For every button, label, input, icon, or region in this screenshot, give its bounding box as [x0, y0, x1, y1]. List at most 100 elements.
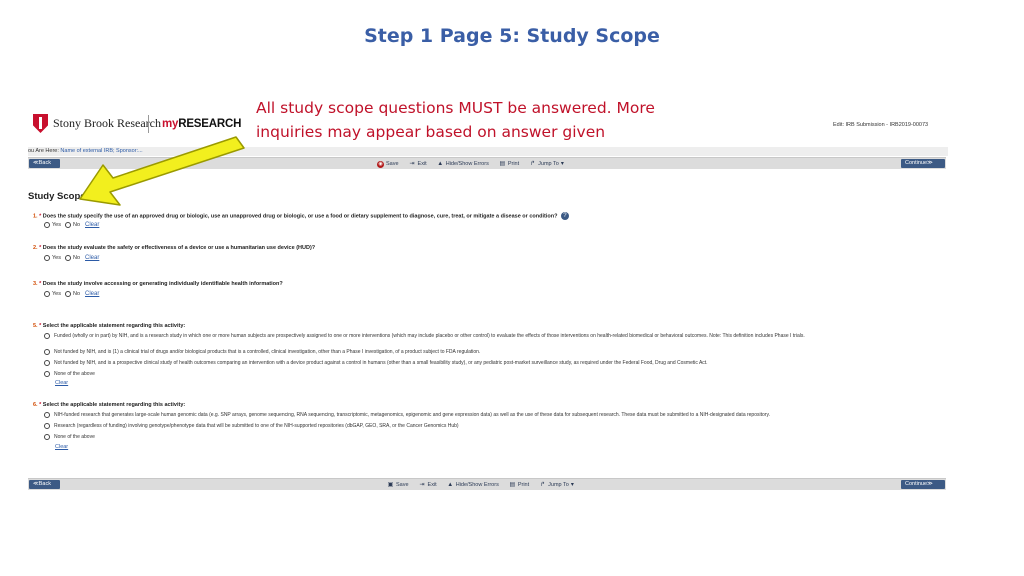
question-5-option-4[interactable]: None of the above [44, 371, 934, 378]
printer-icon: ▤ [509, 481, 516, 488]
myresearch-logo[interactable]: myRESEARCH [162, 118, 241, 130]
option-text: Not funded by NIH, and is a prospective … [54, 360, 708, 366]
question-5-option-2[interactable]: Not funded by NIH, and is (1) a clinical… [44, 349, 934, 356]
radio-circle[interactable] [44, 423, 50, 429]
radio-circle[interactable] [44, 255, 50, 261]
print-button[interactable]: ▤ Print [499, 161, 519, 168]
required-marker: * [39, 402, 42, 408]
exit-button[interactable]: ⇥ Exit [409, 161, 427, 168]
exit-icon: ⇥ [419, 481, 425, 488]
print-button[interactable]: ▤ Print [509, 482, 529, 489]
question-6-option-1[interactable]: NIH-funded research that generates large… [44, 412, 934, 419]
option-text: None of the above [54, 371, 95, 377]
callout-line-2: inquiries may appear based on answer giv… [256, 123, 606, 141]
back-button[interactable]: ≪Back [29, 480, 60, 489]
radio-yes[interactable]: Yes [44, 222, 61, 228]
warning-icon: ▲ [447, 481, 454, 488]
question-5-option-1[interactable]: Funded (wholly or in part) by NIH, and i… [44, 333, 934, 340]
radio-circle[interactable] [64, 291, 71, 297]
clear-link[interactable]: Clear [55, 380, 68, 386]
printer-icon: ▤ [499, 160, 506, 167]
required-marker: * [39, 323, 42, 329]
radio-circle[interactable] [44, 291, 50, 297]
save-label: Save [396, 482, 409, 488]
breadcrumb-link[interactable]: Name of external IRB; Sponsor:... [60, 148, 142, 154]
radio-label: Yes [52, 255, 61, 261]
radio-label: No [72, 291, 81, 297]
question-6: 6. * Select the applicable statement reg… [33, 402, 185, 408]
radio-circle[interactable] [64, 222, 71, 228]
clear-link[interactable]: Clear [85, 255, 99, 261]
warning-icon: ▲ [437, 160, 444, 167]
question-2: 2. * Does the study evaluate the safety … [33, 245, 315, 251]
clear-link[interactable]: Clear [85, 222, 99, 228]
bottom-toolbar: ≪Back ▣ Save ⇥ Exit ▲ Hide/Show Errors ▤… [28, 478, 946, 490]
question-number: 6. [33, 402, 38, 408]
radio-circle[interactable] [44, 371, 50, 377]
app-name-my: my [162, 118, 179, 130]
jump-to-button[interactable]: ↱ Jump To ▾ [529, 161, 568, 168]
hide-show-errors-button[interactable]: ▲ Hide/Show Errors [447, 482, 499, 489]
question-text: Does the study specify the use of an app… [42, 213, 558, 220]
radio-no[interactable]: No [64, 255, 80, 261]
callout-line-1: All study scope questions MUST be answer… [256, 99, 655, 117]
radio-circle[interactable] [44, 333, 50, 339]
save-button[interactable]: ◉ Save [377, 160, 399, 168]
exit-label: Exit [417, 161, 427, 167]
exit-button[interactable]: ⇥ Exit [419, 482, 437, 489]
stony-brook-logo[interactable]: Stony Brook Research [33, 114, 161, 133]
toolbar-tools: ◉ Save ⇥ Exit ▲ Hide/Show Errors ▤ Print… [377, 158, 578, 170]
save-label: Save [386, 161, 399, 167]
edit-submission-label: Edit: IRB Submission - IRB2019-00073 [833, 122, 929, 128]
chevron-down-icon: ▾ [570, 481, 574, 488]
question-6-option-3[interactable]: None of the above [44, 434, 934, 441]
required-marker: * [39, 281, 42, 287]
clear-link[interactable]: Clear [55, 444, 68, 450]
question-number: 1. [33, 213, 38, 220]
breadcrumb: ou Are Here: Name of external IRB; Spons… [28, 147, 948, 156]
errors-label: Hide/Show Errors [445, 161, 489, 167]
radio-label: Yes [52, 291, 61, 297]
radio-circle[interactable] [44, 222, 50, 228]
clear-link[interactable]: Clear [85, 291, 99, 297]
back-button[interactable]: ≪Back [29, 159, 60, 168]
question-3-options: Yes No Clear [44, 291, 99, 297]
radio-circle[interactable] [44, 360, 50, 366]
question-5: 5. * Select the applicable statement reg… [33, 323, 185, 329]
continue-button[interactable]: Continue≫ [901, 159, 945, 168]
question-text: Select the applicable statement regardin… [42, 323, 186, 329]
breadcrumb-label: ou Are Here: [28, 148, 59, 154]
question-5-option-3[interactable]: Not funded by NIH, and is a prospective … [44, 360, 934, 367]
jump-label: Jump To [538, 161, 559, 167]
required-marker: * [39, 213, 42, 220]
jump-to-button[interactable]: ↱ Jump To ▾ [539, 482, 578, 489]
question-2-options: Yes No Clear [44, 255, 99, 261]
radio-no[interactable]: No [64, 291, 81, 297]
radio-yes[interactable]: Yes [44, 291, 61, 297]
continue-button[interactable]: Continue≫ [901, 480, 945, 489]
jump-arrow-icon: ↱ [530, 160, 536, 167]
hide-show-errors-button[interactable]: ▲ Hide/Show Errors [437, 161, 489, 168]
question-6-option-2[interactable]: Research (regardless of funding) involvi… [44, 423, 934, 430]
callout-note: All study scope questions MUST be answer… [256, 96, 696, 144]
radio-circle[interactable] [44, 412, 50, 418]
radio-yes[interactable]: Yes [44, 255, 61, 261]
radio-label: Yes [52, 222, 61, 228]
app-name-rest: RESEARCH [178, 118, 242, 130]
option-text: NIH-funded research that generates large… [54, 412, 770, 418]
slide-title: Step 1 Page 5: Study Scope [364, 25, 660, 47]
radio-circle[interactable] [44, 434, 50, 440]
radio-no[interactable]: No [64, 222, 80, 228]
help-icon[interactable]: ? [560, 212, 569, 220]
save-button[interactable]: ▣ Save [387, 482, 409, 489]
radio-circle[interactable] [64, 255, 71, 261]
question-text: Does the study involve accessing or gene… [42, 281, 283, 287]
radio-circle[interactable] [44, 349, 50, 355]
print-label: Print [517, 482, 530, 488]
option-text: None of the above [54, 434, 95, 440]
shield-icon [33, 114, 48, 133]
exit-label: Exit [427, 482, 437, 488]
save-icon: ▣ [387, 481, 394, 488]
save-icon: ◉ [377, 160, 384, 168]
option-text: Research (regardless of funding) involvi… [54, 423, 459, 429]
